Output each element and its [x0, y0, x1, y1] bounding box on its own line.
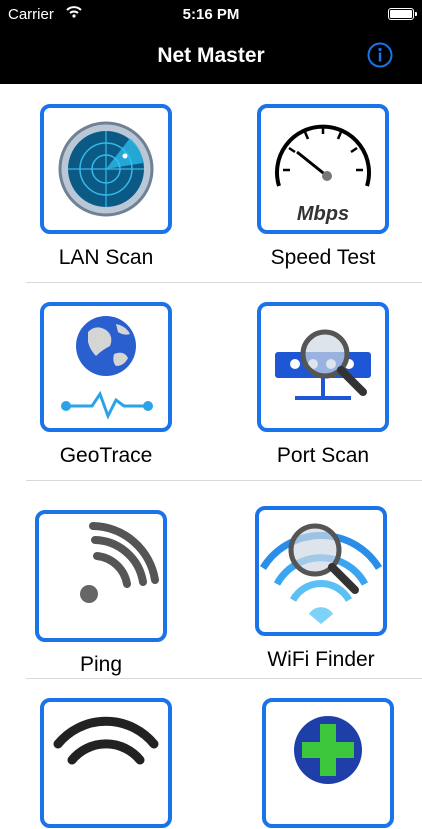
wifi-finder-icon-box[interactable] — [255, 506, 387, 636]
port-scan-icon-box[interactable] — [257, 302, 389, 432]
tile-label: GeoTrace — [59, 444, 153, 467]
navigation-bar: Net Master — [0, 28, 422, 84]
wifi-icon-box[interactable] — [40, 698, 172, 828]
geotrace-tile[interactable]: GeoTrace — [40, 302, 172, 472]
wifi-tile[interactable] — [40, 698, 172, 828]
wifi-finder-tile[interactable]: WiFi Finder — [255, 506, 387, 676]
ping-tile[interactable]: Ping — [35, 510, 167, 682]
speed-test-icon-box[interactable]: Mbps — [257, 104, 389, 234]
row-separator — [26, 282, 422, 283]
geotrace-icon-box[interactable] — [40, 302, 172, 432]
speedometer-icon: Mbps — [275, 124, 371, 225]
port-scan-icon — [275, 329, 371, 400]
tile-label: Port Scan — [276, 444, 370, 467]
plus-icon — [294, 716, 362, 784]
row-separator — [26, 678, 422, 679]
port-scan-tile[interactable]: Port Scan — [257, 302, 389, 472]
mbps-text: Mbps — [297, 203, 349, 225]
wifi-icon — [53, 716, 159, 765]
add-tile[interactable] — [262, 698, 394, 828]
info-icon[interactable] — [367, 42, 393, 68]
tile-label: LAN Scan — [58, 246, 154, 269]
battery-icon — [388, 8, 417, 20]
speed-test-tile[interactable]: Mbps Speed Test — [257, 104, 389, 274]
radar-icon — [58, 121, 154, 217]
clock: 5:16 PM — [182, 6, 240, 23]
row-separator — [26, 480, 422, 481]
lan-scan-icon-box[interactable] — [40, 104, 172, 234]
globe-trace-icon — [61, 316, 153, 420]
lan-scan-tile[interactable]: LAN Scan — [40, 104, 172, 274]
ping-icon-box[interactable] — [35, 510, 167, 642]
tile-label: Ping — [79, 653, 123, 676]
ping-icon — [80, 522, 159, 603]
app-title: Net Master — [157, 44, 265, 67]
status-bar: Carrier 5:16 PM — [0, 0, 422, 28]
wifi-finder-icon — [260, 523, 382, 624]
tile-label: Speed Test — [270, 246, 376, 269]
add-icon-box[interactable] — [262, 698, 394, 828]
tile-label: WiFi Finder — [267, 648, 375, 671]
